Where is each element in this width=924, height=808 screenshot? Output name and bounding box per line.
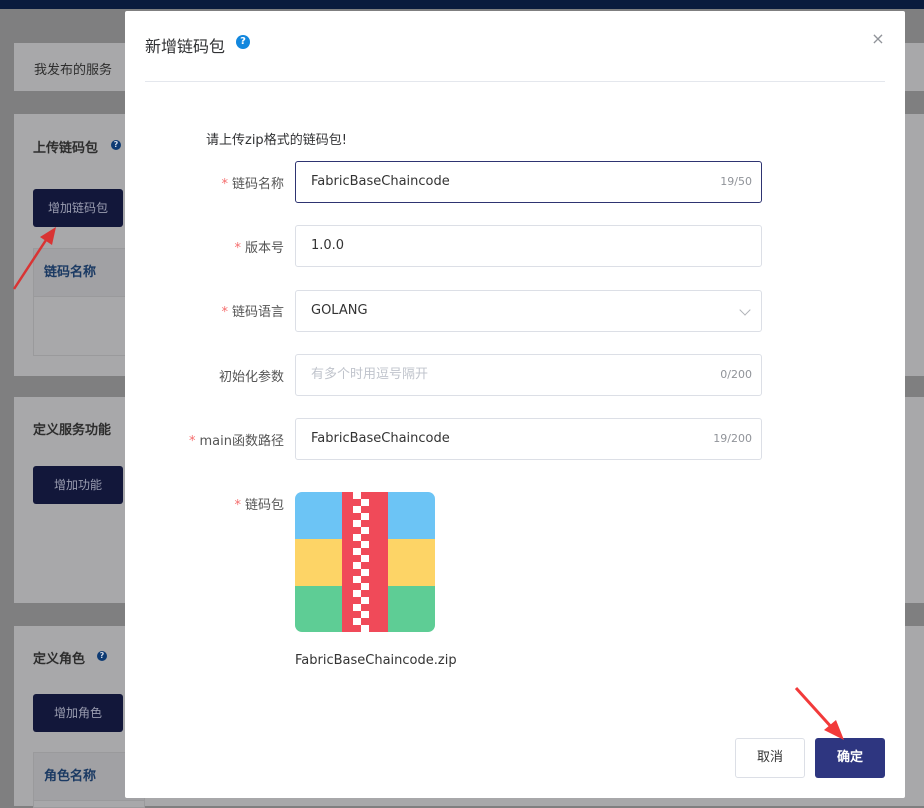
zipper-tooth [361, 625, 369, 632]
required-mark: * [221, 177, 228, 192]
zipper-tooth [361, 541, 369, 548]
language-select[interactable]: GOLANG [295, 290, 762, 332]
char-counter: 19/200 [713, 432, 752, 445]
chaincode-name-input[interactable]: FabricBaseChaincode 19/50 [295, 161, 762, 203]
help-icon[interactable]: ? [111, 140, 121, 150]
char-counter: 19/50 [720, 175, 752, 188]
zipper-tooth [361, 513, 369, 520]
zipper-tooth [353, 506, 361, 513]
zipper-tooth [353, 618, 361, 625]
zipper-tooth [353, 492, 361, 499]
zipper-tooth [353, 548, 361, 555]
zipper-tooth [353, 534, 361, 541]
zipper-tooth [353, 520, 361, 527]
required-mark: * [189, 434, 196, 449]
required-mark: * [234, 498, 241, 513]
add-chaincode-button[interactable]: 增加链码包 [33, 189, 123, 227]
zipper-tooth [361, 527, 369, 534]
language-label: * 链码语言 [221, 305, 284, 320]
zip-archive-icon[interactable] [295, 492, 435, 632]
function-section-title: 定义服务功能 [33, 423, 112, 438]
chevron-down-icon [739, 304, 751, 316]
cancel-button[interactable]: 取消 [735, 738, 805, 778]
dialog-divider [145, 81, 885, 82]
init-params-label: 初始化参数 [218, 370, 284, 385]
zipper-tooth [353, 576, 361, 583]
chaincode-name-label: * 链码名称 [221, 177, 284, 192]
add-role-button[interactable]: 增加角色 [33, 694, 123, 732]
main-path-label: * main函数路径 [189, 434, 284, 449]
chaincode-name-value: FabricBaseChaincode [311, 174, 450, 189]
dialog-title: 新增链码包 [145, 37, 226, 56]
top-navigation-bar [0, 0, 924, 9]
main-path-input[interactable]: FabricBaseChaincode 19/200 [295, 418, 762, 460]
zipper-tooth [353, 590, 361, 597]
zipper-tooth [361, 597, 369, 604]
confirm-button[interactable]: 确定 [815, 738, 885, 778]
zipper-tooth [361, 499, 369, 506]
required-mark: * [234, 241, 241, 256]
version-input[interactable]: 1.0.0 [295, 225, 762, 267]
help-icon[interactable]: ? [236, 35, 250, 49]
upload-hint: 请上传zip格式的链码包! [206, 133, 347, 148]
version-value: 1.0.0 [311, 238, 345, 253]
zipper-tooth [353, 604, 361, 611]
uploaded-file-name: FabricBaseChaincode.zip [295, 653, 457, 668]
my-services-tab[interactable]: 我发布的服务 [34, 59, 112, 78]
upload-section-title: 上传链码包 [33, 141, 99, 156]
add-function-button[interactable]: 增加功能 [33, 466, 123, 504]
zipper-tooth [353, 562, 361, 569]
help-icon[interactable]: ? [97, 651, 107, 661]
zipper-tooth [361, 583, 369, 590]
language-value: GOLANG [311, 303, 368, 318]
version-label: * 版本号 [234, 241, 284, 256]
close-icon[interactable]: × [870, 31, 886, 47]
required-mark: * [221, 305, 228, 320]
main-path-value: FabricBaseChaincode [311, 431, 450, 446]
zipper-tooth [361, 555, 369, 562]
zipper-tooth [361, 569, 369, 576]
package-label: * 链码包 [234, 498, 284, 513]
init-params-input[interactable]: 有多个时用逗号隔开 0/200 [295, 354, 762, 396]
zipper-tooth [361, 611, 369, 618]
add-chaincode-dialog: 新增链码包 ? × 请上传zip格式的链码包! * 链码名称 FabricBase… [125, 11, 905, 798]
role-section-title: 定义角色 [33, 652, 86, 667]
init-params-placeholder: 有多个时用逗号隔开 [311, 367, 429, 382]
char-counter: 0/200 [720, 368, 752, 381]
